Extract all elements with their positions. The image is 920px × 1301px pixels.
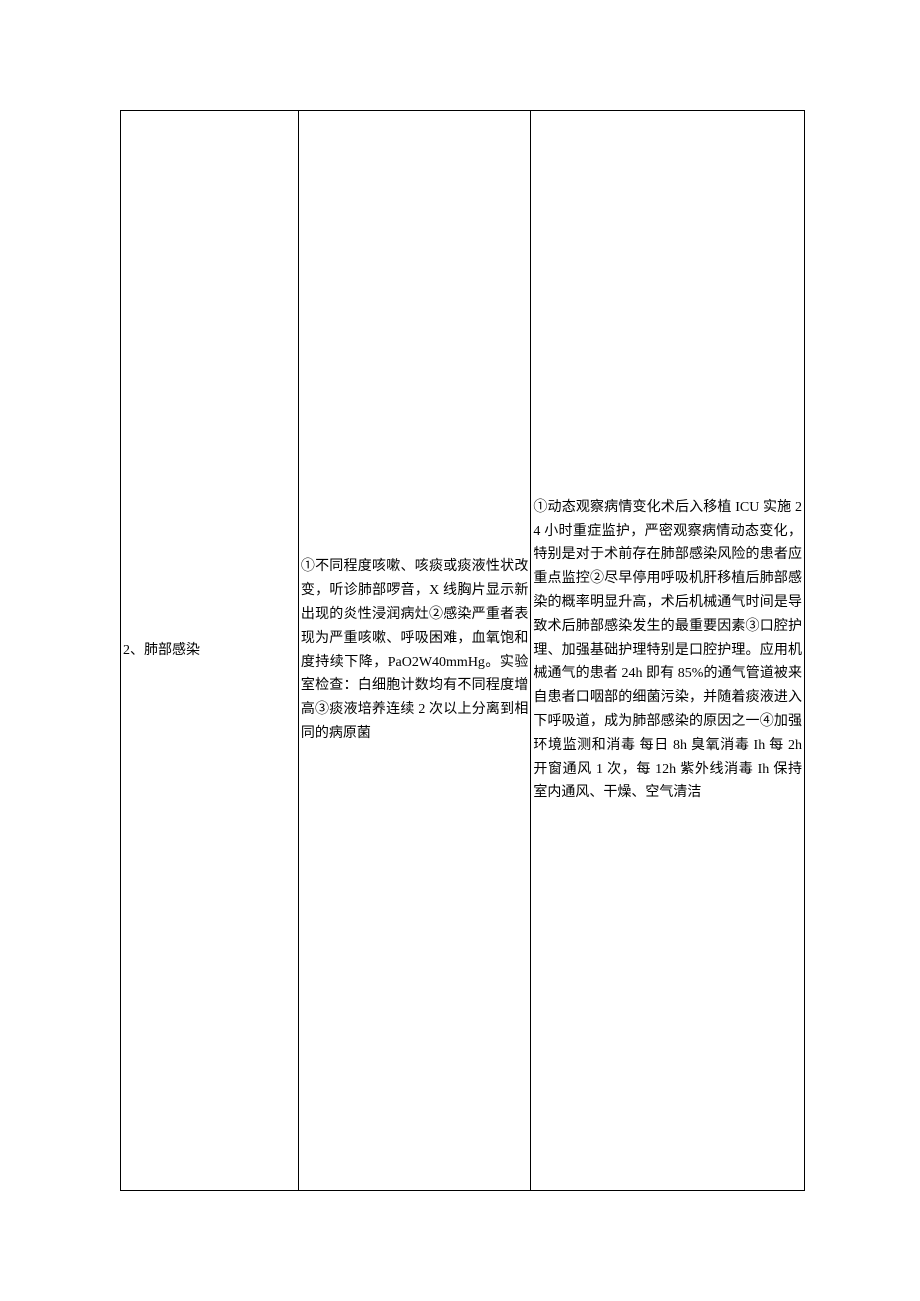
cell-topic: 2、肺部感染 (121, 111, 299, 1191)
medical-table: 2、肺部感染 ①不同程度咳嗽、咳痰或痰液性状改变，听诊肺部啰音，X 线胸片显示新… (120, 110, 805, 1191)
table-row: 2、肺部感染 ①不同程度咳嗽、咳痰或痰液性状改变，听诊肺部啰音，X 线胸片显示新… (121, 111, 805, 1191)
document-page: 2、肺部感染 ①不同程度咳嗽、咳痰或痰液性状改变，听诊肺部啰音，X 线胸片显示新… (0, 0, 920, 1301)
table-container: 2、肺部感染 ①不同程度咳嗽、咳痰或痰液性状改变，听诊肺部啰音，X 线胸片显示新… (120, 110, 805, 1191)
cell-symptoms: ①不同程度咳嗽、咳痰或痰液性状改变，听诊肺部啰音，X 线胸片显示新出现的炎性浸润… (298, 111, 531, 1191)
cell-nursing: ①动态观察病情变化术后入移植 ICU 实施 24 小时重症监护，严密观察病情动态… (531, 111, 805, 1191)
